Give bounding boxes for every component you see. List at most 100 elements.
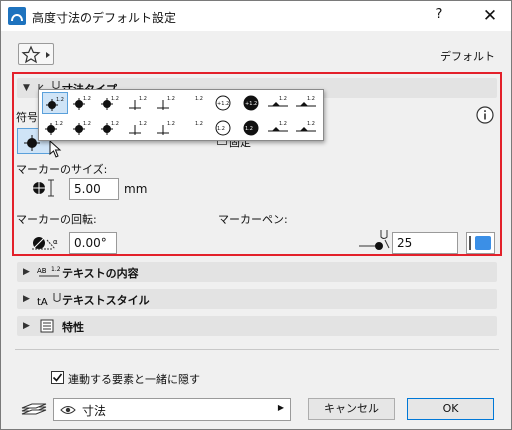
- symbol-option[interactable]: 1.2: [98, 92, 124, 114]
- marker-symbol-icon: 1.2: [157, 121, 175, 135]
- symbol-option[interactable]: 1.2: [266, 117, 292, 139]
- marker-symbol-icon: 1.2: [46, 97, 64, 111]
- mouse-cursor-icon: [49, 140, 62, 158]
- svg-text:1.2: 1.2: [307, 96, 315, 102]
- svg-text:1.2: 1.2: [139, 96, 147, 102]
- dialog-window: 高度寸法のデフォルト設定 ? ✕ デフォルト ▼ 寸法タイプ 符号タ 1.2: [0, 0, 512, 430]
- marker-symbol-icon: 1.2: [101, 121, 119, 135]
- marker-size-input[interactable]: 5.00: [69, 178, 119, 200]
- svg-text:1.2: 1.2: [167, 96, 175, 102]
- checkmark-icon: [52, 373, 63, 382]
- svg-text:1.2: 1.2: [195, 121, 203, 127]
- help-button[interactable]: ?: [429, 7, 449, 25]
- symbol-option[interactable]: 1.2: [182, 92, 208, 114]
- marker-pen-label: マーカーペン:: [218, 213, 288, 226]
- svg-text:1.2: 1.2: [307, 121, 315, 127]
- symbol-option[interactable]: 1.2: [210, 117, 236, 139]
- marker-size-icon: [32, 179, 54, 197]
- symbol-option[interactable]: 1.2: [126, 117, 152, 139]
- cancel-button[interactable]: キャンセル: [308, 398, 395, 420]
- ok-button[interactable]: OK: [407, 398, 494, 420]
- svg-text:1.2: 1.2: [139, 121, 147, 127]
- section-text-style-header[interactable]: ▶ tA テキストスタイル: [17, 289, 497, 309]
- marker-pen-input[interactable]: 25: [392, 232, 458, 254]
- marker-symbol-icon: 1.2: [243, 120, 259, 136]
- marker-symbol-icon: 1.2: [215, 120, 231, 136]
- pen-color-swatch[interactable]: [466, 232, 495, 254]
- svg-text:1.2: 1.2: [83, 121, 91, 127]
- archicad-app-icon: [8, 7, 26, 25]
- symbol-option[interactable]: +1.2: [210, 92, 236, 114]
- hide-with-connected-checkbox[interactable]: [51, 371, 64, 384]
- marker-symbol-icon: 1.2: [296, 121, 316, 132]
- symbol-option[interactable]: 1.2: [70, 92, 96, 114]
- svg-text:1.2: 1.2: [111, 121, 119, 127]
- symbol-type-popup: 1.2 1.2 1.2 1.2 1.2 1.2 +1.2 +1.2 1.2 1.2 1.2 1.2 1…: [38, 89, 324, 141]
- symbol-option[interactable]: 1.2: [294, 92, 320, 114]
- section-label: 特性: [62, 321, 84, 334]
- layer-value: 寸法: [82, 404, 107, 418]
- section-label: テキストの内容: [62, 267, 139, 280]
- svg-text:tA: tA: [37, 297, 48, 307]
- collapse-arrow-icon: ▼: [23, 83, 30, 93]
- marker-rotation-icon: α: [32, 237, 58, 250]
- section-label: テキストスタイル: [62, 294, 150, 307]
- dropdown-arrow-icon: ▶: [277, 403, 284, 412]
- marker-symbol-icon: 1.2: [45, 121, 63, 135]
- svg-text:1.2: 1.2: [55, 121, 63, 127]
- symbol-option[interactable]: 1.2: [266, 92, 292, 114]
- symbol-option[interactable]: +1.2: [238, 92, 264, 114]
- symbol-option[interactable]: 1.2: [70, 117, 96, 139]
- marker-symbol-icon: 1.2: [296, 96, 316, 107]
- marker-symbol-icon: 1.2: [195, 96, 203, 102]
- expand-arrow-icon: ▶: [23, 294, 30, 304]
- info-icon[interactable]: [476, 106, 494, 124]
- svg-text:1.2: 1.2: [217, 126, 225, 132]
- layer-select[interactable]: 寸法 ▶: [53, 398, 291, 421]
- properties-list-icon: [40, 319, 54, 333]
- symbol-option[interactable]: 1.2: [238, 117, 264, 139]
- marker-symbol-icon: 1.2: [73, 121, 91, 135]
- marker-symbol-icon: 1.2: [157, 96, 175, 110]
- symbol-option[interactable]: 1.2: [42, 117, 68, 139]
- symbol-option[interactable]: 1.2: [182, 117, 208, 139]
- svg-text:1.2: 1.2: [51, 266, 61, 273]
- close-button[interactable]: ✕: [479, 5, 501, 27]
- symbol-option[interactable]: 1.2: [154, 92, 180, 114]
- star-icon: [21, 45, 50, 64]
- svg-text:1.2: 1.2: [83, 96, 91, 102]
- divider: [15, 349, 499, 350]
- section-properties-header[interactable]: ▶ 特性: [17, 316, 497, 336]
- default-label: デフォルト: [440, 50, 495, 63]
- symbol-option[interactable]: 1.2: [98, 117, 124, 139]
- svg-text:1.2: 1.2: [167, 121, 175, 127]
- svg-text:AB: AB: [37, 267, 47, 275]
- marker-rotation-input[interactable]: 0.00°: [69, 232, 117, 254]
- svg-text:1.2: 1.2: [56, 97, 64, 103]
- svg-text:1.2: 1.2: [279, 96, 287, 102]
- pen-color-fill: [475, 236, 491, 250]
- symbol-option[interactable]: 1.2: [42, 92, 68, 114]
- symbol-option[interactable]: 1.2: [126, 92, 152, 114]
- symbol-option[interactable]: 1.2: [294, 117, 320, 139]
- symbol-option[interactable]: 1.2: [154, 117, 180, 139]
- text-content-icon: AB 1.2: [37, 266, 61, 277]
- marker-size-unit: mm: [124, 182, 148, 196]
- marker-rotation-label: マーカーの回転:: [16, 213, 97, 226]
- svg-text:α: α: [53, 238, 58, 246]
- marker-symbol-icon: 1.2: [268, 121, 288, 132]
- marker-pen-icon: [359, 230, 390, 250]
- svg-text:+1.2: +1.2: [245, 101, 257, 107]
- marker-symbol-icon: 1.2: [73, 96, 91, 110]
- marker-symbol-icon: 1.2: [129, 121, 147, 135]
- favorites-button[interactable]: [18, 43, 54, 65]
- expand-arrow-icon: ▶: [23, 267, 30, 277]
- window-title: 高度寸法のデフォルト設定: [32, 11, 177, 25]
- marker-symbol-icon: 1.2: [129, 96, 147, 110]
- hide-with-connected-label: 連動する要素と一緒に隠す: [68, 373, 200, 386]
- marker-size-label: マーカーのサイズ:: [16, 163, 108, 176]
- section-text-content-header[interactable]: ▶ AB 1.2 テキストの内容: [17, 262, 497, 282]
- expand-arrow-icon: ▶: [23, 321, 30, 331]
- svg-text:1.2: 1.2: [195, 96, 203, 102]
- svg-text:1.2: 1.2: [111, 96, 119, 102]
